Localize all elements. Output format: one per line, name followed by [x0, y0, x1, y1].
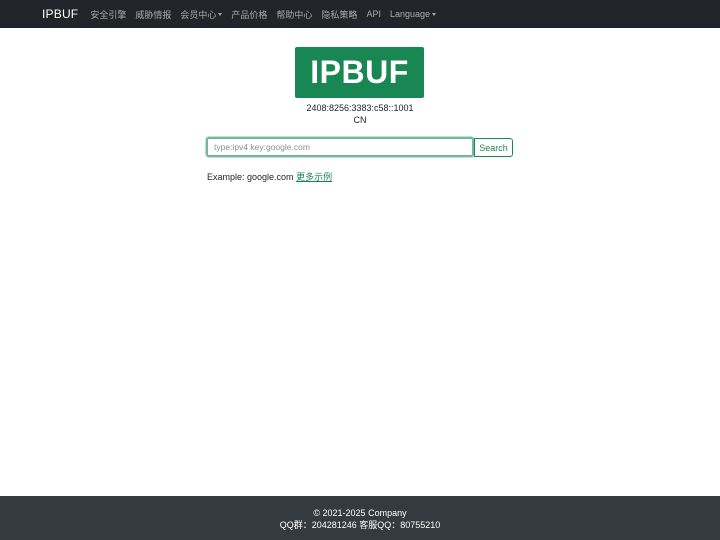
nav-item-privacy-policy[interactable]: 隐私策略 — [321, 8, 357, 21]
nav-item-label: 隐私策略 — [321, 9, 358, 20]
nav-item-member-center-dropdown[interactable]: 会员中心 — [180, 8, 223, 21]
top-navbar: IPBUF 安全引擎 威胁情报 会员中心 产品价格 帮助中心 隐私策略 API … — [0, 0, 720, 28]
nav-item-label: 帮助中心 — [276, 9, 313, 20]
nav-item-pricing[interactable]: 产品价格 — [231, 8, 267, 21]
nav-item-label: 威胁情报 — [135, 9, 172, 20]
client-country-code: CN — [353, 115, 367, 125]
brand-link[interactable]: IPBUF — [42, 7, 78, 21]
nav-item-security-engine[interactable]: 安全引擎 — [90, 8, 126, 21]
caret-down-icon — [218, 12, 223, 16]
nav-item-threat-intel[interactable]: 威胁情报 — [135, 8, 171, 21]
nav-item-language-dropdown[interactable]: Language — [390, 9, 436, 19]
search-example: Example: google.com 更多示例 — [207, 170, 332, 183]
nav-item-api[interactable]: API — [366, 9, 381, 19]
nav-item-label: 安全引擎 — [90, 9, 127, 20]
search-button[interactable]: Search — [474, 138, 513, 157]
page-footer: © 2021-2025 Company QQ群：204281246 客服QQ：8… — [0, 496, 720, 540]
nav-item-label: 产品价格 — [231, 9, 268, 20]
caret-down-icon — [432, 12, 436, 16]
footer-contact: QQ群：204281246 客服QQ：80755210 — [279, 520, 441, 530]
footer-copyright: © 2021-2025 Company — [313, 508, 407, 518]
example-text: Example: google.com — [207, 172, 294, 182]
more-examples-link[interactable]: 更多示例 — [296, 172, 332, 182]
nav-item-label: API — [366, 9, 381, 19]
nav-item-label: Language — [389, 9, 430, 19]
nav-item-help-center[interactable]: 帮助中心 — [276, 8, 312, 21]
client-ip-address: 2408:8256:3383:c58::1001 — [306, 103, 414, 113]
nav-item-label: 会员中心 — [180, 9, 217, 20]
ipbuf-logo: IPBUF — [295, 47, 424, 98]
search-input[interactable] — [206, 137, 474, 157]
